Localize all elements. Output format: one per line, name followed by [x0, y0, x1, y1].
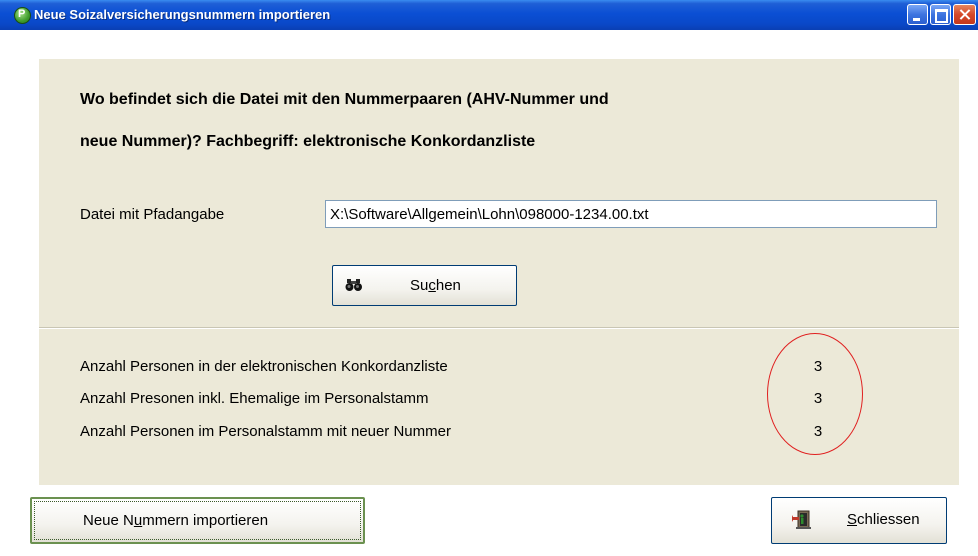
import-numbers-button[interactable]: Neue Nummern importieren: [30, 497, 365, 544]
stat-label-personalstamm: Anzahl Presonen inkl. Ehemalige im Perso…: [80, 390, 429, 407]
question-line-1: Wo befindet sich die Datei mit den Numme…: [80, 91, 609, 108]
window-title: Neue Soizalversicherungsnummern importie…: [34, 7, 331, 22]
question-line-2: neue Nummer)? Fachbegriff: elektronische…: [80, 133, 536, 150]
close-button[interactable]: Schliessen: [771, 497, 947, 544]
search-button[interactable]: Suchen: [332, 265, 517, 306]
title-bar[interactable]: Neue Soizalversicherungsnummern importie…: [0, 0, 978, 30]
exit-door-icon: [791, 510, 812, 534]
highlight-circle-annotation: [767, 333, 863, 455]
stat-label-neue-nummer: Anzahl Personen im Personalstamm mit neu…: [80, 423, 451, 440]
minimize-button[interactable]: [907, 4, 928, 25]
maximize-button[interactable]: [930, 4, 951, 25]
binoculars-icon: [345, 278, 363, 296]
search-button-label: Suchen: [410, 277, 461, 294]
import-dialog-window: Neue Soizalversicherungsnummern importie…: [0, 0, 978, 556]
file-path-label: Datei mit Pfadangabe: [80, 206, 225, 223]
close-button-label: Schliessen: [847, 511, 920, 528]
stat-label-konkordanzliste: Anzahl Personen in der elektronischen Ko…: [80, 358, 448, 375]
import-button-label: Neue Nummern importieren: [83, 512, 269, 529]
close-window-button[interactable]: [953, 4, 976, 25]
section-divider: [39, 327, 959, 329]
left-margin: [0, 30, 39, 485]
app-icon: [14, 7, 31, 24]
file-path-input[interactable]: [325, 200, 937, 228]
